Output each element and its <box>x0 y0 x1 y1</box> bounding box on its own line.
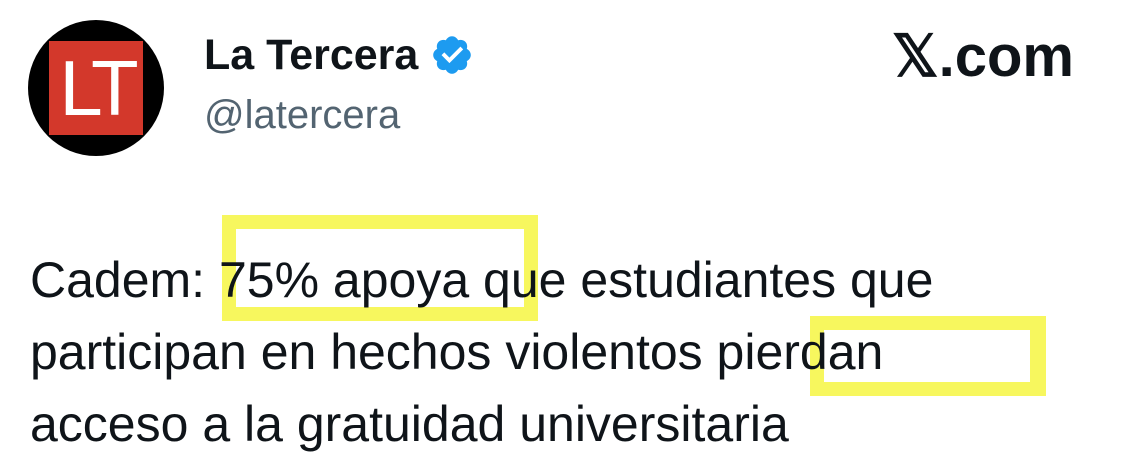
tweet-line: Cadem: 75% apoya que estudiantes que <box>30 252 934 308</box>
account-handle[interactable]: @latercera <box>204 90 400 140</box>
verified-badge-icon <box>433 36 472 74</box>
x-com-brand: 𝕏.com <box>891 24 1074 89</box>
tweet-line: participan en hechos violentos pierdan <box>30 324 884 380</box>
display-name-text: La Tercera <box>204 31 419 79</box>
tweet-text: Cadem: 75% apoya que estudiantes que par… <box>30 244 933 460</box>
account-display-name[interactable]: La Tercera <box>204 30 474 80</box>
avatar[interactable]: LT <box>28 20 164 156</box>
logo-la-tercera: LT <box>49 41 143 135</box>
tweet-line: acceso a la gratuidad universitaria <box>30 396 789 452</box>
